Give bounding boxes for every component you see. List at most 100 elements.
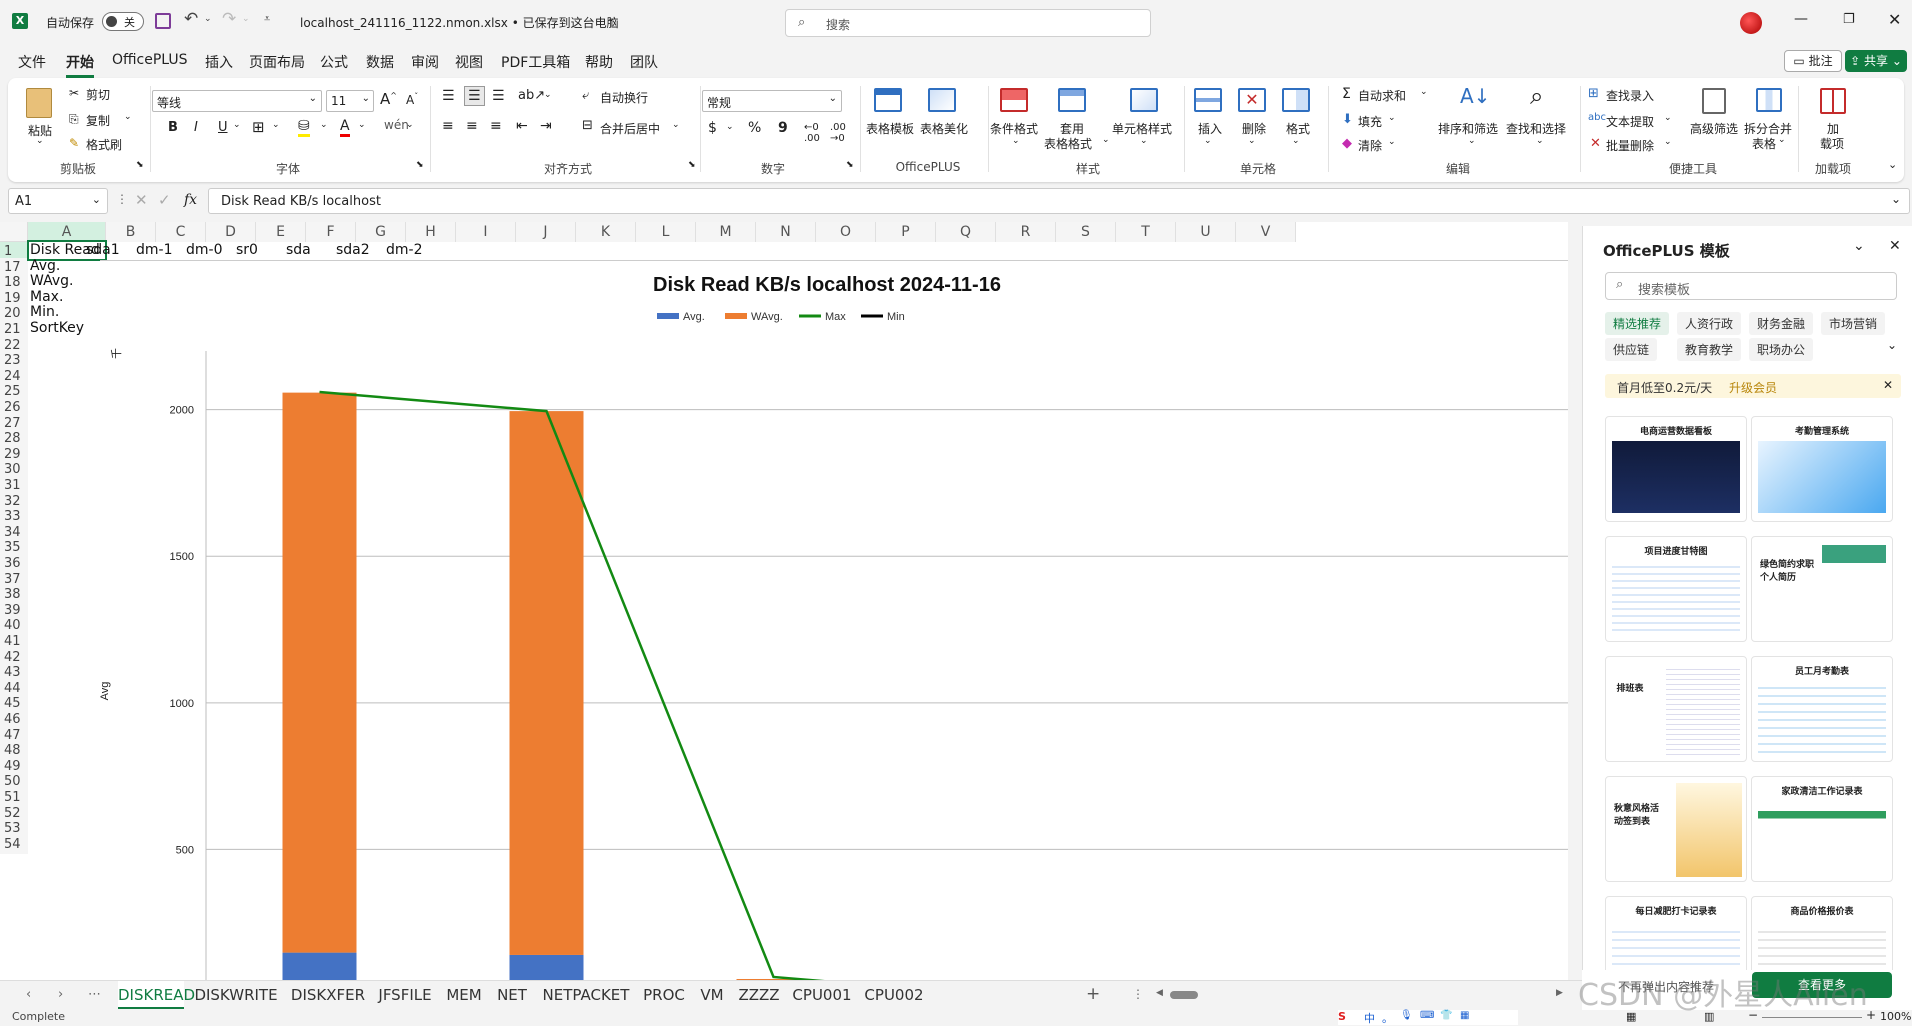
template-card[interactable]: 项目进度甘特图 (1605, 536, 1747, 642)
template-card[interactable]: 秋意风格活动签到表 (1605, 776, 1747, 882)
template-card[interactable]: 家政清洁工作记录表 (1751, 776, 1893, 882)
file-name-chevron-icon[interactable]: ⌄ (607, 13, 615, 24)
currency-button[interactable]: $ (708, 120, 717, 136)
comment-button[interactable]: ▭ 批注 (1784, 50, 1842, 72)
sheet-options-icon[interactable]: ⋮ (1132, 987, 1144, 1001)
redo-dropdown-icon[interactable]: ⌄ (242, 14, 250, 24)
format-cells-icon[interactable] (1282, 88, 1310, 112)
currency-dropdown-icon[interactable]: ⌄ (726, 122, 734, 132)
view-more-button[interactable]: 查看更多 (1752, 972, 1892, 998)
column-header-m[interactable]: M (696, 222, 756, 242)
autosum-dropdown-icon[interactable]: ⌄ (1420, 87, 1428, 97)
addins-button-line2[interactable]: 载项 (1820, 135, 1844, 152)
copy-icon[interactable]: ⎘ (69, 112, 79, 127)
cell-styles-icon[interactable] (1130, 88, 1158, 112)
row1-header-cell[interactable]: dm-0 (186, 241, 234, 260)
name-box[interactable]: A1 ⌄ (8, 188, 108, 214)
insert-function-button[interactable]: fx (184, 192, 197, 208)
sheet-tab-diskread[interactable]: DISKREAD (118, 981, 195, 1009)
sheet-tab-vm[interactable]: VM (694, 981, 730, 1009)
undo-icon[interactable]: ↶ (184, 9, 198, 29)
promo-banner[interactable]: 首月低至0.2元/天 升级会员 ✕ (1605, 374, 1901, 398)
column-header-s[interactable]: S (1056, 222, 1116, 242)
sheet-tab-cpu001[interactable]: CPU001 (788, 981, 856, 1009)
sheet-tab-proc[interactable]: PROC (640, 981, 688, 1009)
sheet-tab-diskwrite[interactable]: DISKWRITE (190, 981, 282, 1009)
clear-icon[interactable]: ◆ (1342, 136, 1352, 151)
column-header-f[interactable]: F (306, 222, 356, 242)
sort-filter-icon[interactable]: A↓ (1460, 84, 1490, 108)
delete-dropdown-icon[interactable]: ⌄ (1248, 136, 1256, 146)
menu-data[interactable]: 数据 (366, 52, 394, 72)
menu-file[interactable]: 文件 (18, 52, 46, 72)
menu-team[interactable]: 团队 (630, 52, 658, 72)
underline-button[interactable]: U (218, 120, 228, 135)
insert-cells-icon[interactable] (1194, 88, 1222, 112)
menu-pdf-tools[interactable]: PDF工具箱 (501, 52, 570, 72)
orientation-icon[interactable]: ab↗ (518, 88, 545, 103)
menu-home[interactable]: 开始 (66, 52, 94, 78)
split-merge-icon[interactable] (1756, 88, 1782, 112)
category-education[interactable]: 教育教学 (1677, 338, 1742, 361)
font-size-select[interactable]: 11 ⌄ (326, 90, 374, 112)
column-header-i[interactable]: I (456, 222, 516, 242)
search-box[interactable]: ⌕ 搜索 (785, 9, 1151, 37)
format-as-table-button-line2[interactable]: 表格格式 (1044, 135, 1092, 152)
maximize-icon[interactable]: ❐ (1843, 12, 1855, 27)
borders-dropdown-icon[interactable]: ⌄ (272, 120, 280, 130)
format-as-table-dropdown-icon[interactable]: ⌄ (1102, 135, 1110, 145)
sheet-tab-diskxfer[interactable]: DISKXFER (288, 981, 368, 1009)
normal-view-icon[interactable]: ▦ (1626, 1010, 1636, 1023)
column-header-d[interactable]: D (206, 222, 256, 242)
menu-formulas[interactable]: 公式 (320, 52, 348, 72)
merge-dropdown-icon[interactable]: ⌄ (672, 120, 680, 130)
delete-cells-button[interactable]: 删除 (1242, 120, 1266, 137)
bold-button[interactable]: B (168, 120, 178, 135)
find-record-icon[interactable]: ⊞ (1588, 86, 1599, 101)
zoom-out-icon[interactable]: − (1748, 1008, 1758, 1022)
template-card[interactable]: 每日减肥打卡记录表 (1605, 896, 1747, 976)
template-card[interactable]: 绿色简约求职个人简历 (1751, 536, 1893, 642)
format-cells-button[interactable]: 格式 (1286, 120, 1310, 137)
merge-center-icon[interactable]: ⊟ (582, 118, 593, 133)
increase-decimal-icon[interactable]: ←0.00 (804, 122, 820, 144)
column-header-h[interactable]: H (406, 222, 456, 242)
cell-styles-button[interactable]: 单元格样式 (1112, 120, 1172, 137)
copy-dropdown-icon[interactable]: ⌄ (124, 112, 132, 122)
menu-insert[interactable]: 插入 (205, 52, 233, 72)
redo-icon[interactable]: ↷ (222, 9, 236, 29)
file-name[interactable]: localhost_241116_1122.nmon.xlsx • 已保存到这台… (300, 14, 619, 31)
underline-dropdown-icon[interactable]: ⌄ (233, 120, 241, 130)
formula-more-icon[interactable]: ⋮ (116, 192, 128, 206)
prev-sheet-icon[interactable]: ‹ (26, 987, 31, 1002)
paste-icon[interactable] (26, 88, 52, 118)
increase-font-icon[interactable]: A^ (380, 90, 397, 108)
hscroll-right-icon[interactable]: ▶ (1556, 988, 1563, 998)
borders-icon[interactable]: ⊞ (252, 118, 265, 136)
category-featured[interactable]: 精选推荐 (1605, 312, 1670, 335)
zoom-level[interactable]: 100% (1880, 1010, 1911, 1023)
column-header-q[interactable]: Q (936, 222, 996, 242)
page-layout-view-icon[interactable]: ▥ (1704, 1010, 1714, 1023)
menu-officeplus[interactable]: OfficePLUS (112, 52, 188, 68)
decrease-decimal-icon[interactable]: .00 →0 (830, 122, 846, 144)
align-bottom-icon[interactable]: ☰ (492, 88, 505, 104)
split-merge-button-line2[interactable]: 表格 (1752, 135, 1776, 152)
column-header-u[interactable]: U (1176, 222, 1236, 242)
add-sheet-icon[interactable]: + (1086, 984, 1100, 1004)
template-card[interactable]: 电商运营数据看板 (1605, 416, 1747, 522)
ime-toolbar[interactable]: S 中 。 🎙 ⌨ 👕 ▦ (1338, 1010, 1518, 1025)
fill-dropdown-icon[interactable]: ⌄ (1388, 113, 1396, 123)
promo-link[interactable]: 升级会员 (1729, 379, 1777, 396)
sheet-tab-zzzz[interactable]: ZZZZ (736, 981, 782, 1009)
collapse-ribbon-icon[interactable]: ⌄ (1888, 158, 1897, 171)
delete-cells-icon[interactable]: ✕ (1238, 88, 1266, 112)
template-card[interactable]: 考勤管理系统 (1751, 416, 1893, 522)
undo-dropdown-icon[interactable]: ⌄ (204, 14, 212, 24)
category-marketing[interactable]: 市场营销 (1821, 312, 1886, 335)
user-avatar[interactable] (1740, 12, 1762, 34)
table-template-button[interactable]: 表格模板 (866, 120, 914, 137)
column-header-c[interactable]: C (156, 222, 206, 242)
autosum-button[interactable]: 自动求和 (1358, 87, 1406, 104)
number-format-select[interactable]: 常规 ⌄ (702, 90, 842, 112)
